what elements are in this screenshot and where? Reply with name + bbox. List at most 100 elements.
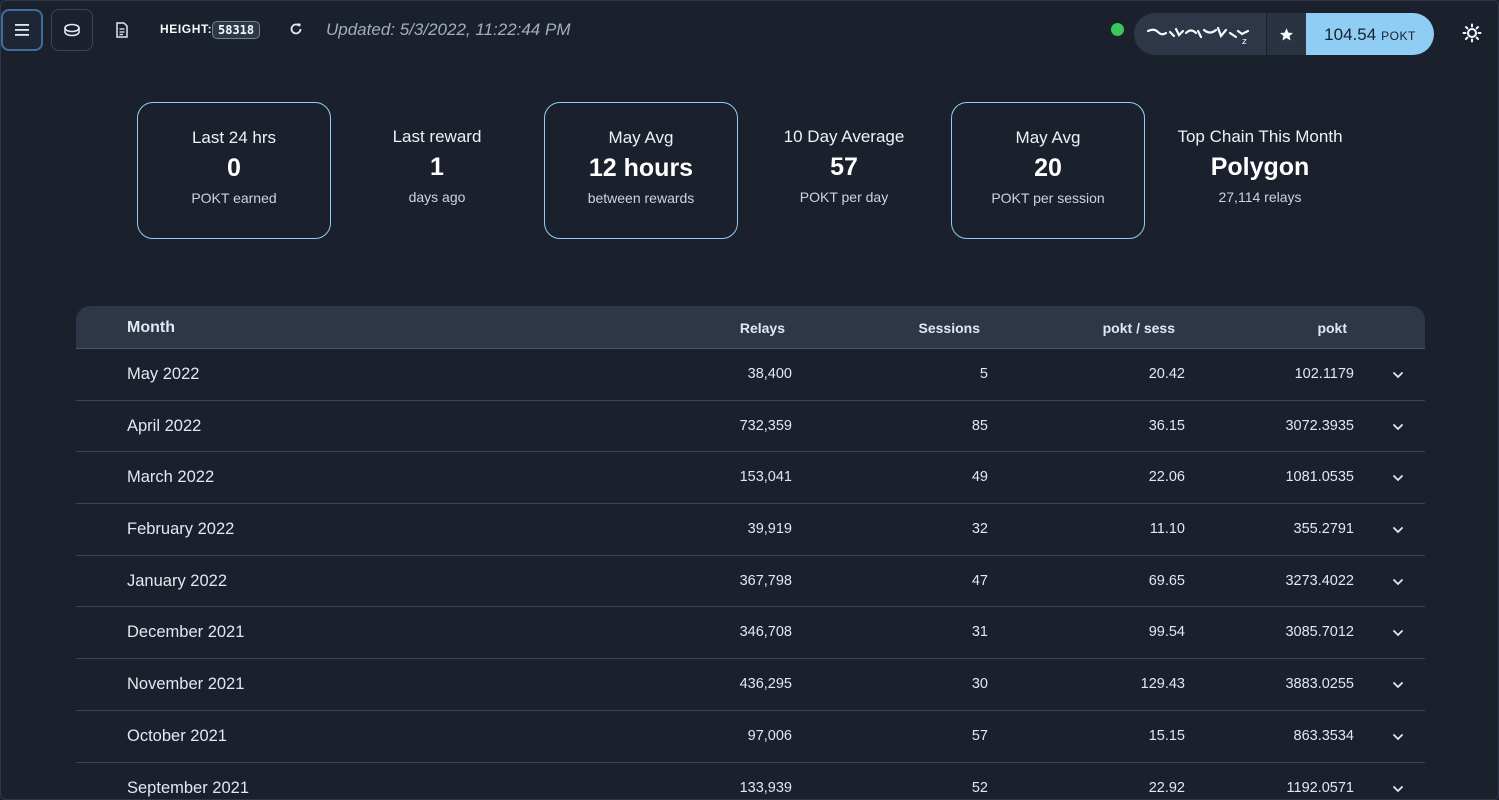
cell-sessions: 57 — [971, 727, 988, 744]
stat-card-last-reward: Last reward 1 days ago — [340, 102, 534, 239]
updated-timestamp: Updated: 5/3/2022, 11:22:44 PM — [326, 20, 571, 39]
wallet-address-button[interactable]: z — [1134, 13, 1266, 55]
cell-relays: 38,400 — [747, 366, 792, 382]
cell-relays: 153,041 — [739, 469, 792, 486]
menu-icon — [15, 24, 29, 36]
cell-sessions: 85 — [971, 417, 988, 434]
stat-value: 20 — [1034, 154, 1062, 182]
cell-sessions: 31 — [971, 624, 988, 641]
cell-pokt: 3273.4022 — [1285, 572, 1354, 589]
table-row[interactable]: May 2022 38,400 5 20.42 102.1179 — [76, 349, 1425, 401]
column-header-relays[interactable]: Relays — [740, 320, 785, 336]
chevron-down-icon[interactable] — [1391, 626, 1405, 640]
stat-value: 0 — [227, 154, 241, 182]
menu-button[interactable] — [1, 9, 43, 51]
cell-month: May 2022 — [127, 365, 200, 383]
cell-sessions: 47 — [971, 572, 988, 589]
stat-value: 1 — [430, 153, 444, 181]
cell-pokt-per-sess: 15.15 — [1148, 727, 1185, 744]
cell-relays: 436,295 — [739, 676, 792, 693]
chevron-down-icon[interactable] — [1391, 420, 1405, 434]
column-header-month[interactable]: Month — [127, 319, 175, 337]
stat-sub: POKT per session — [991, 190, 1105, 206]
cell-month: November 2021 — [127, 675, 245, 694]
table-row[interactable]: April 2022 732,359 85 36.15 3072.3935 — [76, 401, 1425, 453]
cell-sessions: 49 — [971, 469, 988, 486]
stat-sub: POKT per day — [799, 189, 889, 205]
node-button[interactable] — [51, 9, 93, 51]
cell-month: March 2022 — [127, 468, 215, 487]
cell-relays: 39,919 — [747, 521, 792, 538]
cell-month: February 2022 — [127, 520, 235, 539]
stat-sub: POKT earned — [191, 190, 277, 206]
table-body: May 2022 38,400 5 20.42 102.1179 April 2022 73… — [76, 349, 1425, 800]
cell-pokt: 3883.0255 — [1285, 676, 1354, 693]
balance-button[interactable]: 104.54 POKT — [1306, 13, 1434, 55]
chevron-down-icon[interactable] — [1391, 575, 1405, 589]
cell-pokt-per-sess: 36.15 — [1148, 417, 1185, 434]
stat-sub: days ago — [408, 189, 466, 205]
stat-label: May Avg — [608, 128, 674, 147]
stat-value: 57 — [830, 153, 858, 181]
stat-card-top-chain: Top Chain This Month Polygon 27,114 rela… — [1162, 102, 1358, 239]
cell-month: January 2022 — [127, 571, 227, 590]
cell-pokt: 102.1179 — [1294, 366, 1354, 382]
stat-label: Top Chain This Month — [1177, 127, 1343, 146]
table-header: Month Relays Sessions pokt / sess pokt — [76, 306, 1425, 349]
star-icon — [1279, 27, 1294, 40]
refresh-icon — [290, 23, 302, 35]
cell-month: September 2021 — [127, 778, 250, 797]
cell-sessions: 52 — [971, 779, 988, 796]
table-row[interactable]: November 2021 436,295 30 129.43 3883.0255 — [76, 659, 1425, 711]
cell-pokt: 1192.0571 — [1286, 779, 1354, 796]
chevron-down-icon[interactable] — [1391, 368, 1405, 382]
table-row[interactable]: March 2022 153,041 49 22.06 1081.0535 — [76, 452, 1425, 505]
cell-relays: 367,798 — [739, 572, 792, 589]
table-row[interactable]: October 2021 97,006 57 15.15 863.3534 — [76, 711, 1425, 763]
height-label: HEIGHT: — [160, 22, 213, 36]
cell-month: December 2021 — [127, 623, 245, 642]
node-icon — [64, 23, 80, 37]
cell-pokt-per-sess: 20.42 — [1148, 366, 1185, 382]
balance-value: 104.54 — [1324, 25, 1377, 44]
balance-unit: POKT — [1381, 29, 1416, 43]
cell-pokt-per-sess: 69.65 — [1148, 572, 1185, 589]
stat-label: Last 24 hrs — [191, 128, 277, 147]
theme-toggle-button[interactable] — [1460, 21, 1484, 45]
cell-pokt: 3072.3935 — [1285, 417, 1354, 434]
table-row[interactable]: December 2021 346,708 31 99.54 3085.7012 — [76, 607, 1425, 660]
monthly-rewards-table: Month Relays Sessions pokt / sess pokt M… — [76, 306, 1425, 800]
cell-sessions: 5 — [979, 366, 988, 382]
cell-pokt: 355.2791 — [1293, 521, 1354, 538]
stat-card-may-avg-session: May Avg 20 POKT per session — [951, 102, 1145, 239]
stat-card-10-day-average: 10 Day Average 57 POKT per day — [747, 102, 941, 239]
svg-text:z: z — [1242, 37, 1247, 45]
height-badge: 58318 — [212, 21, 261, 39]
stat-label: 10 Day Average — [783, 127, 905, 146]
chevron-down-icon[interactable] — [1391, 730, 1405, 744]
stat-card-last-24-hrs: Last 24 hrs 0 POKT earned — [137, 102, 331, 239]
column-header-sessions[interactable]: Sessions — [919, 320, 980, 336]
table-row[interactable]: January 2022 367,798 47 69.65 3273.4022 — [76, 556, 1425, 608]
chevron-down-icon[interactable] — [1391, 523, 1405, 537]
chevron-down-icon[interactable] — [1391, 782, 1405, 796]
table-row[interactable]: February 2022 39,919 32 11.10 355.2791 — [76, 504, 1425, 556]
table-row[interactable]: September 2021 133,939 52 22.92 1192.0571 — [76, 763, 1425, 800]
sun-icon — [1462, 23, 1482, 43]
favorite-button[interactable] — [1266, 13, 1306, 55]
chevron-down-icon[interactable] — [1391, 678, 1405, 692]
cell-pokt-per-sess: 129.43 — [1140, 676, 1185, 693]
status-indicator — [1111, 23, 1124, 36]
refresh-button[interactable] — [286, 19, 306, 39]
column-header-pokt[interactable]: pokt — [1317, 320, 1347, 336]
cell-relays: 97,006 — [747, 727, 792, 744]
document-icon — [116, 22, 128, 38]
column-header-pokt-per-sess[interactable]: pokt / sess — [1103, 320, 1175, 336]
document-button[interactable] — [110, 18, 134, 42]
wallet-avatar-icon: z — [1146, 26, 1250, 45]
cell-relays: 133,939 — [739, 779, 792, 796]
cell-pokt: 863.3534 — [1293, 727, 1354, 744]
chevron-down-icon[interactable] — [1391, 471, 1405, 485]
stat-label: May Avg — [1015, 128, 1081, 147]
top-bar: HEIGHT: 58318 Updated: 5/3/2022, 11:22:4… — [0, 0, 1499, 62]
